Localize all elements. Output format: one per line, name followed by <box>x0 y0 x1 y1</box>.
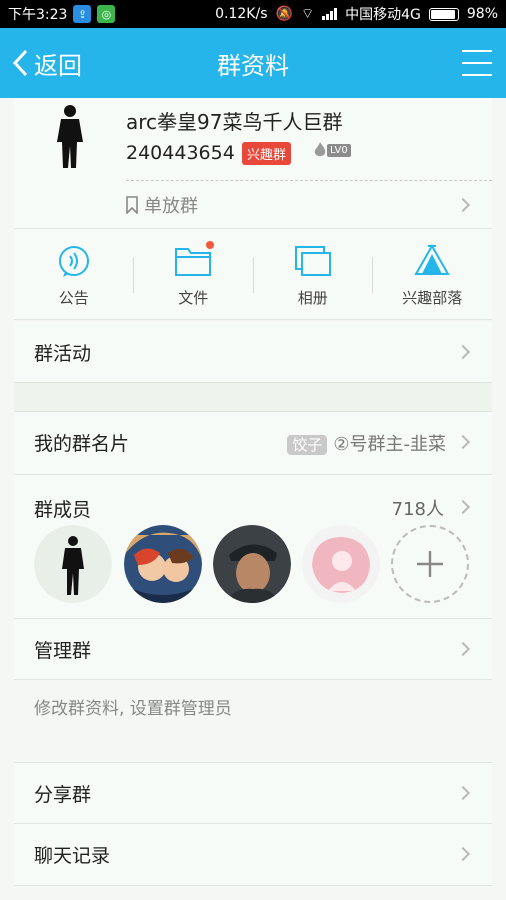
back-label: 返回 <box>34 51 82 80</box>
divider <box>253 257 254 293</box>
qq-notification-icon: ⇪ <box>73 5 92 23</box>
status-time: 下午3:23 <box>8 7 68 23</box>
manage-description: 修改群资料, 设置群管理员 <box>14 680 492 732</box>
quick-action-label: 公告 <box>58 289 89 307</box>
battery-level: 98% <box>466 6 498 22</box>
chevron-right-icon <box>455 197 471 213</box>
bookmark-icon <box>126 196 138 214</box>
flame-icon <box>314 142 326 156</box>
section-gap <box>14 383 492 411</box>
level-label: LV0 <box>327 143 351 157</box>
group-name: arc拳皇97菜鸟千人巨群 <box>126 110 343 134</box>
level-badge: LV0 <box>314 142 351 158</box>
signal-icon <box>322 8 338 20</box>
chevron-right-icon <box>455 785 471 801</box>
announcement-icon <box>58 246 89 277</box>
interest-tribe-button[interactable]: 兴趣部落 <box>373 229 493 319</box>
quick-action-label: 文件 <box>178 289 209 307</box>
folder-icon <box>175 248 212 276</box>
divider <box>372 257 373 293</box>
group-card-value: 饺子 ②号群主-韭菜 <box>287 430 446 456</box>
album-icon <box>294 246 331 276</box>
chevron-right-icon <box>455 846 471 862</box>
new-file-indicator <box>205 241 214 249</box>
group-avatar[interactable] <box>50 104 90 170</box>
single-release-row[interactable]: 单放群 <box>126 192 198 218</box>
row-label: 管理群 <box>34 639 92 662</box>
members-count[interactable]: 718人 <box>392 495 444 521</box>
chevron-right-icon <box>455 641 471 657</box>
tribe-tent-icon <box>414 244 450 275</box>
group-members-section: 群成员 718人 <box>14 474 492 618</box>
nav-bar: 返回 群资料 <box>0 28 506 98</box>
single-release-label: 单放群 <box>144 196 198 217</box>
row-label: 群活动 <box>34 342 92 365</box>
chevron-right-icon <box>455 499 471 515</box>
carrier-label: 中国移动4G <box>345 7 421 23</box>
quick-action-label: 兴趣部落 <box>402 289 463 307</box>
interest-group-tag: 兴趣群 <box>242 142 292 165</box>
add-member-button[interactable] <box>391 525 469 603</box>
divider <box>14 885 492 886</box>
member-avatar[interactable] <box>124 525 202 603</box>
files-button[interactable]: 文件 <box>134 229 254 319</box>
wechat-notification-icon: ◎ <box>97 5 116 23</box>
plus-icon <box>417 551 443 577</box>
back-button[interactable]: 返回 <box>10 28 82 98</box>
row-label: 分享群 <box>34 783 92 806</box>
battery-icon <box>428 7 459 21</box>
share-group-row[interactable]: 分享群 <box>14 763 492 823</box>
member-avatar[interactable] <box>302 525 380 603</box>
group-header: arc拳皇97菜鸟千人巨群 240443654 兴趣群 LV0 单放群 <box>14 98 492 228</box>
member-avatar[interactable] <box>213 525 291 603</box>
manage-group-row[interactable]: 管理群 <box>14 619 492 679</box>
row-label: 聊天记录 <box>34 845 111 867</box>
chevron-right-icon <box>455 434 471 450</box>
divider <box>126 180 492 181</box>
group-id: 240443654 <box>126 142 235 164</box>
status-bar: 下午3:23 ⇪ ◎ 0.12K/s 🔕 ⌔ 中国移动4G 98% <box>0 0 506 28</box>
mute-icon: 🔕 <box>275 6 293 22</box>
members-label[interactable]: 群成员 <box>34 495 91 522</box>
divider <box>133 257 134 293</box>
section-gap <box>14 732 492 762</box>
announcement-button[interactable]: 公告 <box>14 229 134 319</box>
wifi-icon: ⌔ <box>300 6 315 22</box>
menu-icon[interactable] <box>462 50 492 76</box>
chevron-right-icon <box>455 344 471 360</box>
member-avatar[interactable] <box>34 525 112 603</box>
group-card-text: ②号群主-韭菜 <box>333 433 446 455</box>
album-button[interactable]: 相册 <box>253 229 373 319</box>
net-speed: 0.12K/s <box>215 6 268 22</box>
quick-action-label: 相册 <box>297 289 328 307</box>
chevron-left-icon <box>12 49 28 77</box>
row-label: 我的群名片 <box>34 433 130 455</box>
quick-actions-bar: 公告 文件 相册 兴趣部落 <box>14 228 492 320</box>
my-group-card-row[interactable]: 我的群名片 饺子 ②号群主-韭菜 <box>14 412 492 473</box>
group-activity-row[interactable]: 群活动 <box>14 322 492 382</box>
chat-history-row[interactable]: 聊天记录 <box>14 824 492 885</box>
nickname-badge: 饺子 <box>287 434 328 455</box>
